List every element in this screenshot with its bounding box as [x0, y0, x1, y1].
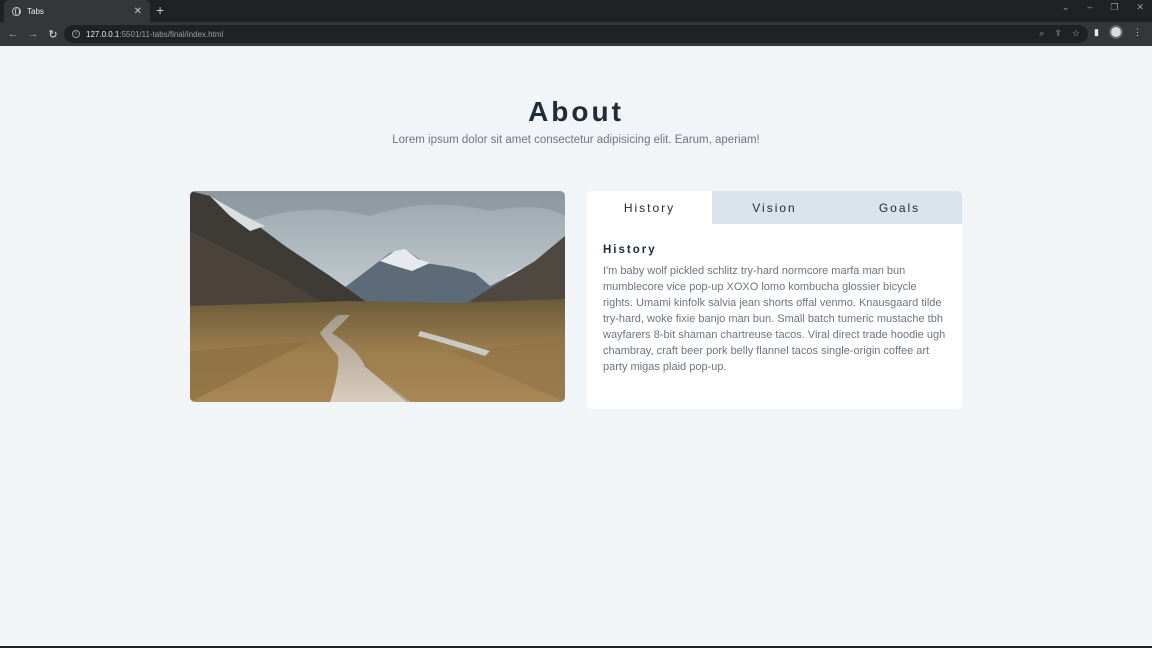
browser-tabstrip: Tabs ✕ + ⌄ – ❐ ✕: [0, 0, 1152, 22]
url-host: 127.0.0.1: [86, 29, 120, 39]
page-title: About: [528, 96, 624, 127]
site-info-icon[interactable]: i: [72, 30, 80, 38]
window-controls: ⌄ – ❐ ✕: [1062, 2, 1144, 13]
star-icon[interactable]: ☆: [1072, 28, 1080, 39]
zoom-icon[interactable]: ⌕: [1039, 28, 1044, 39]
browser-tab[interactable]: Tabs ✕: [4, 0, 150, 22]
kebab-menu-icon[interactable]: ⋮: [1133, 27, 1142, 38]
landscape-image: [190, 191, 565, 402]
url-text: 127.0.0.1:5501/11-tabs/final/index.html: [86, 30, 223, 39]
tab-content-body: I'm baby wolf pickled schlitz try-hard n…: [603, 265, 946, 373]
back-arrow-icon[interactable]: ←: [3, 28, 23, 40]
tab-vision[interactable]: Vision: [712, 191, 837, 224]
tab-bar: History Vision Goals: [587, 191, 962, 224]
minimize-button[interactable]: –: [1087, 2, 1092, 13]
forward-arrow-icon[interactable]: →: [23, 28, 43, 40]
url-path: :5501/11-tabs/final/index.html: [119, 29, 224, 39]
browser-toolbar: ← → ↻ i 127.0.0.1:5501/11-tabs/final/ind…: [0, 22, 1152, 46]
browser-tab-title: Tabs: [27, 6, 44, 16]
address-bar[interactable]: i 127.0.0.1:5501/11-tabs/final/index.htm…: [64, 25, 1088, 43]
page-subtitle: Lorem ipsum dolor sit amet consectetur a…: [392, 134, 760, 146]
tabs-card: History Vision Goals History I'm baby wo…: [587, 191, 962, 409]
tab-content-heading: History: [603, 244, 657, 256]
close-window-button[interactable]: ✕: [1136, 2, 1144, 13]
profile-avatar[interactable]: [1109, 25, 1123, 39]
tab-search-icon[interactable]: ⌄: [1062, 2, 1070, 13]
reload-icon[interactable]: ↻: [43, 28, 63, 41]
tab-goals[interactable]: Goals: [837, 191, 962, 224]
new-tab-button[interactable]: +: [156, 2, 164, 18]
globe-icon: [12, 6, 21, 16]
side-panel-icon[interactable]: ▮: [1094, 27, 1099, 38]
tab-history[interactable]: History: [587, 191, 712, 224]
toolbar-right-icons: ▮ ⋮: [1094, 25, 1142, 39]
tab-close-icon[interactable]: ✕: [134, 6, 142, 17]
share-icon[interactable]: ⇪: [1054, 28, 1062, 39]
omnibox-icons: ⌕ ⇪ ☆: [1039, 28, 1080, 39]
restore-button[interactable]: ❐: [1110, 2, 1118, 13]
tab-content: History I'm baby wolf pickled schlitz tr…: [587, 224, 962, 375]
